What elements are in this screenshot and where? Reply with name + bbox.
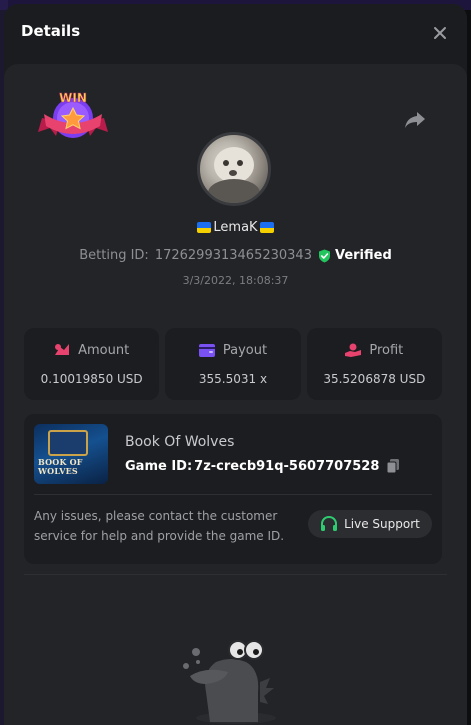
game-id-value: 7z-crecb91q-5607707528	[194, 458, 380, 474]
ukraine-flag-icon	[259, 222, 274, 233]
share-button[interactable]	[403, 110, 427, 130]
support-text: Any issues, please contact the customer …	[34, 509, 285, 543]
stat-card-amount: Amount 0.10019850 USD	[24, 328, 160, 400]
stat-label: Amount	[78, 342, 130, 358]
game-card: BOOK OF WOLVES Book Of Wolves Game ID: 7z…	[24, 414, 442, 564]
stat-label: Profit	[369, 342, 404, 358]
stat-value: 355.5031 x	[198, 371, 268, 386]
wallet-icon	[198, 343, 215, 357]
game-id-row: Game ID: 7z-crecb91q-5607707528	[125, 458, 401, 474]
bet-datetime: 3/3/2022, 18:08:37	[182, 274, 289, 287]
bet-details-panel: WIN LemaK Betting ID: 172629931346523034…	[4, 64, 467, 725]
ukraine-flag-icon	[197, 222, 212, 233]
user-avatar	[197, 132, 271, 206]
stat-label: Payout	[222, 342, 268, 358]
divider	[24, 574, 447, 575]
verified-label: Verified	[334, 248, 392, 263]
shield-check-icon	[318, 249, 330, 262]
betting-id-value: 1726299313465230343	[154, 248, 312, 263]
book-icon	[48, 430, 88, 456]
game-thumbnail[interactable]: BOOK OF WOLVES	[34, 424, 108, 484]
headset-icon	[321, 516, 338, 531]
share-icon	[405, 112, 425, 128]
dog-photo	[208, 147, 260, 203]
game-name: Book Of Wolves	[125, 434, 235, 450]
game-id-label: Game ID:	[125, 458, 193, 474]
betting-id-row: Betting ID: 1726299313465230343 Verified	[4, 248, 467, 263]
stat-card-profit: Profit 35.5206878 USD	[306, 328, 442, 400]
modal-header: Details	[4, 4, 467, 62]
betting-id-label: Betting ID:	[79, 248, 149, 263]
bet-stats: Amount 0.10019850 USD Payout 355.5031 x	[24, 328, 442, 400]
stat-value: 35.5206878 USD	[323, 371, 426, 386]
stat-value: 0.10019850 USD	[40, 371, 143, 386]
username: LemaK	[213, 220, 258, 235]
hand-coin-icon	[345, 343, 362, 357]
live-support-label: Live Support	[344, 517, 420, 531]
coins-icon	[55, 344, 70, 355]
verified-badge: Verified	[318, 248, 392, 263]
close-icon	[434, 27, 446, 39]
copy-button[interactable]	[385, 458, 401, 474]
win-badge-text: WIN	[59, 91, 87, 105]
close-button[interactable]	[429, 22, 451, 44]
details-modal: Details WIN LemaK Betting ID: 1726299313…	[4, 4, 467, 725]
win-badge-icon: WIN	[38, 91, 108, 138]
live-support-button[interactable]: Live Support	[308, 510, 432, 538]
game-thumbnail-title: BOOK OF WOLVES	[38, 457, 83, 476]
copy-icon	[386, 459, 400, 474]
modal-title: Details	[21, 22, 81, 40]
divider	[34, 494, 432, 495]
username-row: LemaK	[4, 220, 467, 235]
crocodile-mascot-icon	[183, 640, 276, 724]
stat-card-payout: Payout 355.5031 x	[165, 328, 301, 400]
